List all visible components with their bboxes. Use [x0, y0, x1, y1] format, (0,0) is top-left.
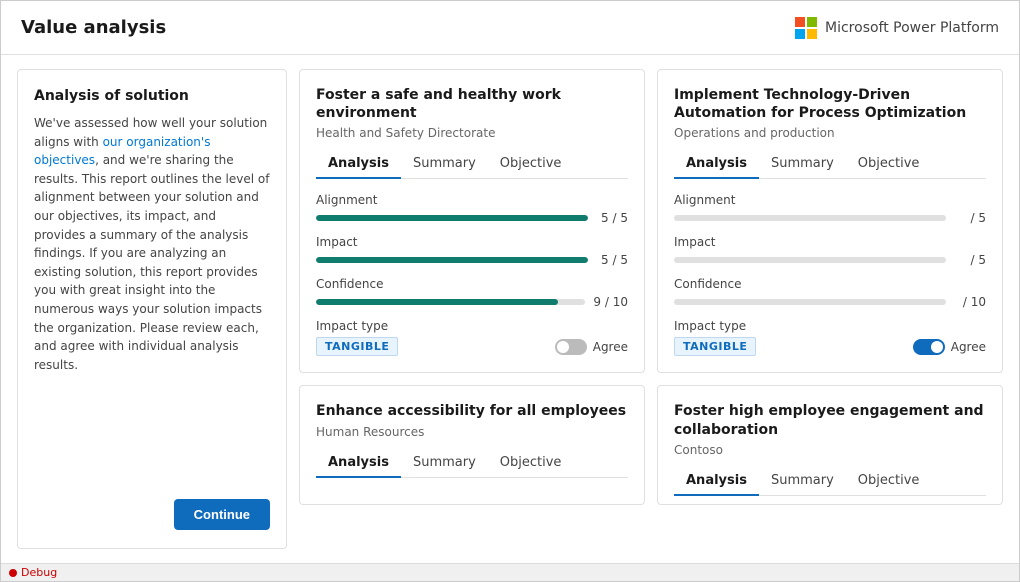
card-4-tabs: Analysis Summary Objective: [674, 467, 986, 496]
card-3-subtitle: Human Resources: [316, 425, 628, 439]
metric-confidence-value-2: / 10: [954, 295, 986, 309]
tab-objective-4[interactable]: Objective: [846, 467, 932, 496]
header: Value analysis Microsoft Power Platform: [1, 1, 1019, 55]
ms-squares-icon: [795, 17, 817, 39]
metric-impact-bar-row-1: 5 / 5: [316, 253, 628, 267]
metric-bar-track-1: [316, 215, 588, 221]
metric-confidence-bar-row-2: / 10: [674, 295, 986, 309]
page-title: Value analysis: [21, 17, 166, 38]
agree-toggle-2[interactable]: [913, 339, 945, 355]
metric-alignment-2: Alignment / 5: [674, 193, 986, 225]
metric-impact-bar-row-2: / 5: [674, 253, 986, 267]
tab-analysis-2[interactable]: Analysis: [674, 150, 759, 179]
agree-toggle-1[interactable]: [555, 339, 587, 355]
sq-green: [807, 17, 817, 27]
metric-impact-1: Impact 5 / 5: [316, 235, 628, 267]
impact-row-2: TANGIBLE Agree: [674, 337, 986, 356]
metric-impact-2: Impact / 5: [674, 235, 986, 267]
metric-alignment-label-1: Alignment: [316, 193, 628, 207]
left-panel-body: Analysis of solution We've assessed how …: [34, 88, 270, 374]
impact-badge-2: TANGIBLE: [674, 337, 756, 356]
tab-analysis-3[interactable]: Analysis: [316, 449, 401, 478]
highlight-text: our organization's objectives: [34, 135, 210, 168]
card-3-tabs: Analysis Summary Objective: [316, 449, 628, 478]
agree-row-2: Agree: [913, 339, 986, 355]
metric-confidence-value-1: 9 / 10: [593, 295, 628, 309]
impact-row-1: TANGIBLE Agree: [316, 337, 628, 356]
panel-heading: Analysis of solution: [34, 88, 270, 104]
tab-summary-3[interactable]: Summary: [401, 449, 488, 478]
debug-dot: [9, 569, 17, 577]
card-2-title: Implement Technology-Driven Automation f…: [674, 86, 986, 122]
metric-impact-label-1: Impact: [316, 235, 628, 249]
metric-alignment-track-2: [674, 215, 946, 221]
tab-analysis-1[interactable]: Analysis: [316, 150, 401, 179]
impact-badge-1: TANGIBLE: [316, 337, 398, 356]
tab-summary-1[interactable]: Summary: [401, 150, 488, 179]
card-1-title: Foster a safe and healthy work environme…: [316, 86, 628, 122]
metric-confidence-fill-1: [316, 299, 558, 305]
agree-label-2: Agree: [951, 340, 986, 354]
metric-value-1: 5 / 5: [596, 211, 628, 225]
metric-confidence-label-1: Confidence: [316, 277, 628, 291]
cards-area: Foster a safe and healthy work environme…: [299, 69, 1003, 549]
metric-impact-track-1: [316, 257, 588, 263]
brand-text: Microsoft Power Platform: [825, 20, 999, 36]
metric-confidence-track-1: [316, 299, 585, 305]
main-content: Analysis of solution We've assessed how …: [1, 55, 1019, 563]
impact-type-section-1: Impact type TANGIBLE Agree: [316, 319, 628, 356]
metric-alignment-label-2: Alignment: [674, 193, 986, 207]
metric-bar-fill-1: [316, 215, 588, 221]
card-1-tabs: Analysis Summary Objective: [316, 150, 628, 179]
metric-confidence-bar-row-1: 9 / 10: [316, 295, 628, 309]
sq-red: [795, 17, 805, 27]
metric-confidence-1: Confidence 9 / 10: [316, 277, 628, 309]
sq-blue: [795, 29, 805, 39]
card-enhance-accessibility: Enhance accessibility for all employees …: [299, 385, 645, 505]
card-foster-engagement: Foster high employee engagement and coll…: [657, 385, 1003, 505]
card-2-tabs: Analysis Summary Objective: [674, 150, 986, 179]
sq-yellow: [807, 29, 817, 39]
card-4-title: Foster high employee engagement and coll…: [674, 402, 986, 438]
debug-bar: Debug: [1, 563, 1019, 581]
metric-impact-fill-1: [316, 257, 588, 263]
card-implement-tech: Implement Technology-Driven Automation f…: [657, 69, 1003, 373]
metric-alignment-1: Alignment 5 / 5: [316, 193, 628, 225]
metric-alignment-bar-row-2: / 5: [674, 211, 986, 225]
metric-confidence-track-2: [674, 299, 946, 305]
panel-text: We've assessed how well your solution al…: [34, 114, 270, 374]
metric-impact-value-1: 5 / 5: [596, 253, 628, 267]
tab-summary-4[interactable]: Summary: [759, 467, 846, 496]
card-4-subtitle: Contoso: [674, 443, 986, 457]
tab-summary-2[interactable]: Summary: [759, 150, 846, 179]
continue-button[interactable]: Continue: [174, 499, 270, 530]
metric-confidence-2: Confidence / 10: [674, 277, 986, 309]
metric-alignment-value-2: / 5: [954, 211, 986, 225]
metric-impact-label-2: Impact: [674, 235, 986, 249]
debug-label: Debug: [21, 566, 57, 579]
impact-type-label-2: Impact type: [674, 319, 986, 333]
card-foster-safe: Foster a safe and healthy work environme…: [299, 69, 645, 373]
agree-label-1: Agree: [593, 340, 628, 354]
impact-type-label-1: Impact type: [316, 319, 628, 333]
tab-objective-3[interactable]: Objective: [488, 449, 574, 478]
app-frame: Value analysis Microsoft Power Platform …: [0, 0, 1020, 582]
brand-logo: Microsoft Power Platform: [795, 17, 999, 39]
metric-bar-row-1: 5 / 5: [316, 211, 628, 225]
agree-row-1: Agree: [555, 339, 628, 355]
tab-objective-2[interactable]: Objective: [846, 150, 932, 179]
left-panel: Analysis of solution We've assessed how …: [17, 69, 287, 549]
card-2-subtitle: Operations and production: [674, 126, 986, 140]
impact-type-section-2: Impact type TANGIBLE Agree: [674, 319, 986, 356]
metric-confidence-label-2: Confidence: [674, 277, 986, 291]
card-3-title: Enhance accessibility for all employees: [316, 402, 628, 420]
metric-impact-track-2: [674, 257, 946, 263]
tab-analysis-4[interactable]: Analysis: [674, 467, 759, 496]
card-1-subtitle: Health and Safety Directorate: [316, 126, 628, 140]
tab-objective-1[interactable]: Objective: [488, 150, 574, 179]
metric-impact-value-2: / 5: [954, 253, 986, 267]
